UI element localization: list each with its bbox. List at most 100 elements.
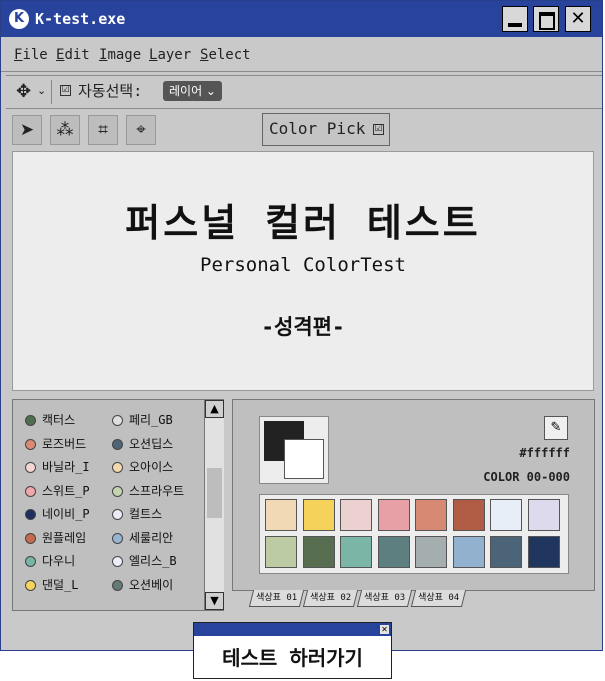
swatch-cell[interactable] — [527, 499, 560, 531]
move-tool-icon[interactable]: ✥ — [16, 81, 31, 102]
crop-icon: ⌗ — [98, 120, 108, 140]
menu-select[interactable]: Select — [200, 46, 251, 64]
start-test-button[interactable]: ✕ 테스트 하러가기 — [193, 622, 392, 679]
color-dot-icon — [25, 556, 36, 567]
color-pick-toggle[interactable]: Color Pick ☑ — [262, 113, 390, 146]
color-swatch-preview — [259, 416, 329, 484]
color-dot-icon — [112, 462, 123, 473]
menu-image[interactable]: Image — [99, 46, 141, 64]
swatch-cell[interactable] — [415, 499, 447, 531]
crop-tool-button[interactable]: ⌗ — [88, 115, 118, 145]
swatch-cell[interactable] — [265, 499, 297, 531]
palette-tab-04[interactable]: 색상표 04 — [410, 590, 467, 607]
swatch-cell[interactable] — [452, 536, 485, 568]
list-item-label: 오션딥스 — [129, 436, 174, 451]
close-icon[interactable]: ✕ — [380, 625, 389, 634]
swatch-cell[interactable] — [377, 536, 410, 568]
maximize-button[interactable] — [533, 6, 559, 32]
arrow-tool-button[interactable]: ➤ — [12, 115, 42, 145]
swatch-cell[interactable] — [265, 536, 297, 568]
scroll-up-button[interactable]: ▲ — [205, 400, 224, 418]
menu-bar: File Edit Image Layer Select — [1, 37, 602, 72]
color-dot-icon — [25, 532, 36, 544]
menu-file[interactable]: File — [14, 46, 48, 64]
swatch-cell[interactable] — [302, 499, 335, 531]
color-dot-icon — [25, 462, 36, 473]
color-dot-icon — [112, 579, 123, 591]
palette-tab-02[interactable]: 색상표 02 — [302, 590, 359, 607]
arrow-tool-icon: ➤ — [19, 120, 35, 140]
options-toolbar: ✥ ⌄ ☑ 자동선택: 레이어 ⌄ — [6, 75, 602, 109]
color-dot-icon — [112, 509, 123, 520]
swatch-cell[interactable] — [340, 536, 372, 568]
magic-wand-button[interactable]: ⁂ — [50, 115, 80, 145]
color-dot-icon — [112, 532, 123, 544]
swatch-cell[interactable] — [490, 536, 522, 568]
swatch-cell[interactable] — [377, 499, 410, 531]
auto-select-checkbox[interactable]: ☑ — [60, 85, 71, 96]
scroll-down-button[interactable]: ▼ — [205, 592, 224, 610]
menu-edit[interactable]: Edit — [56, 46, 90, 64]
window-title: K-test.exe — [35, 10, 126, 28]
list-item-label: 스프라우트 — [129, 483, 185, 498]
color-code: COLOR 00-000 — [483, 470, 570, 484]
palette-tab-03[interactable]: 색상표 03 — [356, 590, 413, 607]
palette-tab-01[interactable]: 색상표 01 — [248, 590, 305, 607]
list-item-label: 오아이스 — [129, 460, 174, 474]
color-dot-icon — [25, 415, 36, 426]
swatch-cell[interactable] — [340, 499, 372, 531]
color-dot-icon — [25, 579, 36, 591]
chevron-down-icon[interactable]: ⌄ — [37, 84, 46, 97]
page-title: 퍼스널 컬러 테스트 — [125, 201, 481, 245]
list-item-label: 오션베이 — [129, 577, 174, 592]
crosshair-icon: ⌖ — [136, 120, 146, 140]
list-item-label: 댄덜_L — [42, 577, 79, 592]
list-item-label: 바닐라_I — [42, 460, 90, 474]
eyedropper-icon[interactable]: ✎ — [544, 416, 568, 440]
app-window: K K-test.exe ✕ File Edit Image Layer Sel… — [0, 0, 603, 651]
list-item-label: 페리_GB — [129, 413, 173, 427]
list-item-label: 캑터스 — [42, 413, 76, 427]
menu-layer[interactable]: Layer — [149, 46, 191, 64]
list-item-label: 네이비_P — [42, 507, 90, 521]
cta-title-bar: ✕ — [194, 623, 391, 636]
swatch-cell[interactable] — [527, 536, 560, 568]
app-logo-icon: K — [9, 9, 29, 29]
toolbar-divider — [51, 80, 52, 104]
color-dot-icon — [112, 556, 123, 567]
list-item-label: 컬트스 — [129, 507, 163, 521]
color-pick-checkbox[interactable]: ☑ — [373, 124, 384, 135]
color-dot-icon — [112, 415, 123, 426]
list-item-label: 스위트_P — [42, 483, 90, 498]
color-pick-label: Color Pick — [269, 119, 366, 138]
background-swatch[interactable] — [284, 439, 324, 479]
start-test-label: 테스트 하러가기 — [222, 646, 363, 670]
list-item-label: 원플레임 — [42, 530, 87, 545]
list-item-label: 다우니 — [42, 554, 76, 568]
canvas-area: 퍼스널 컬러 테스트 Personal ColorTest -성격편- — [12, 151, 594, 391]
list-item-label: 엘리스_B — [129, 554, 177, 568]
color-name-list: 캑터스 페리_GB 로즈버드 오션딥스바닐라_I 오아이스스위트_P 스프라우트네이비_P… — [12, 399, 224, 611]
hex-value: #ffffff — [519, 446, 570, 460]
list-item-label: 세룰리안 — [129, 530, 174, 545]
close-button[interactable]: ✕ — [565, 6, 591, 32]
crosshair-tool-button[interactable]: ⌖ — [126, 115, 156, 145]
scroll-thumb[interactable] — [207, 468, 222, 518]
swatch-cell[interactable] — [302, 536, 335, 568]
section-label: -성격편- — [261, 315, 345, 339]
list-item-label: 로즈버드 — [42, 436, 87, 451]
swatch-cell[interactable] — [490, 499, 522, 531]
swatch-cell[interactable] — [415, 536, 447, 568]
swatch-cell[interactable] — [452, 499, 485, 531]
color-dot-icon — [25, 485, 36, 497]
scrollbar[interactable]: ▲ ▼ — [204, 400, 224, 610]
layer-dropdown[interactable]: 레이어 ⌄ — [163, 81, 222, 101]
swatch-grid — [259, 494, 569, 574]
title-bar[interactable]: K K-test.exe ✕ — [1, 1, 602, 37]
minimize-button[interactable] — [502, 6, 528, 32]
color-dot-icon — [112, 438, 123, 450]
page-subtitle: Personal ColorTest — [200, 254, 406, 276]
color-dot-icon — [25, 509, 36, 520]
color-dot-icon — [112, 485, 123, 497]
magic-wand-icon: ⁂ — [56, 120, 74, 140]
